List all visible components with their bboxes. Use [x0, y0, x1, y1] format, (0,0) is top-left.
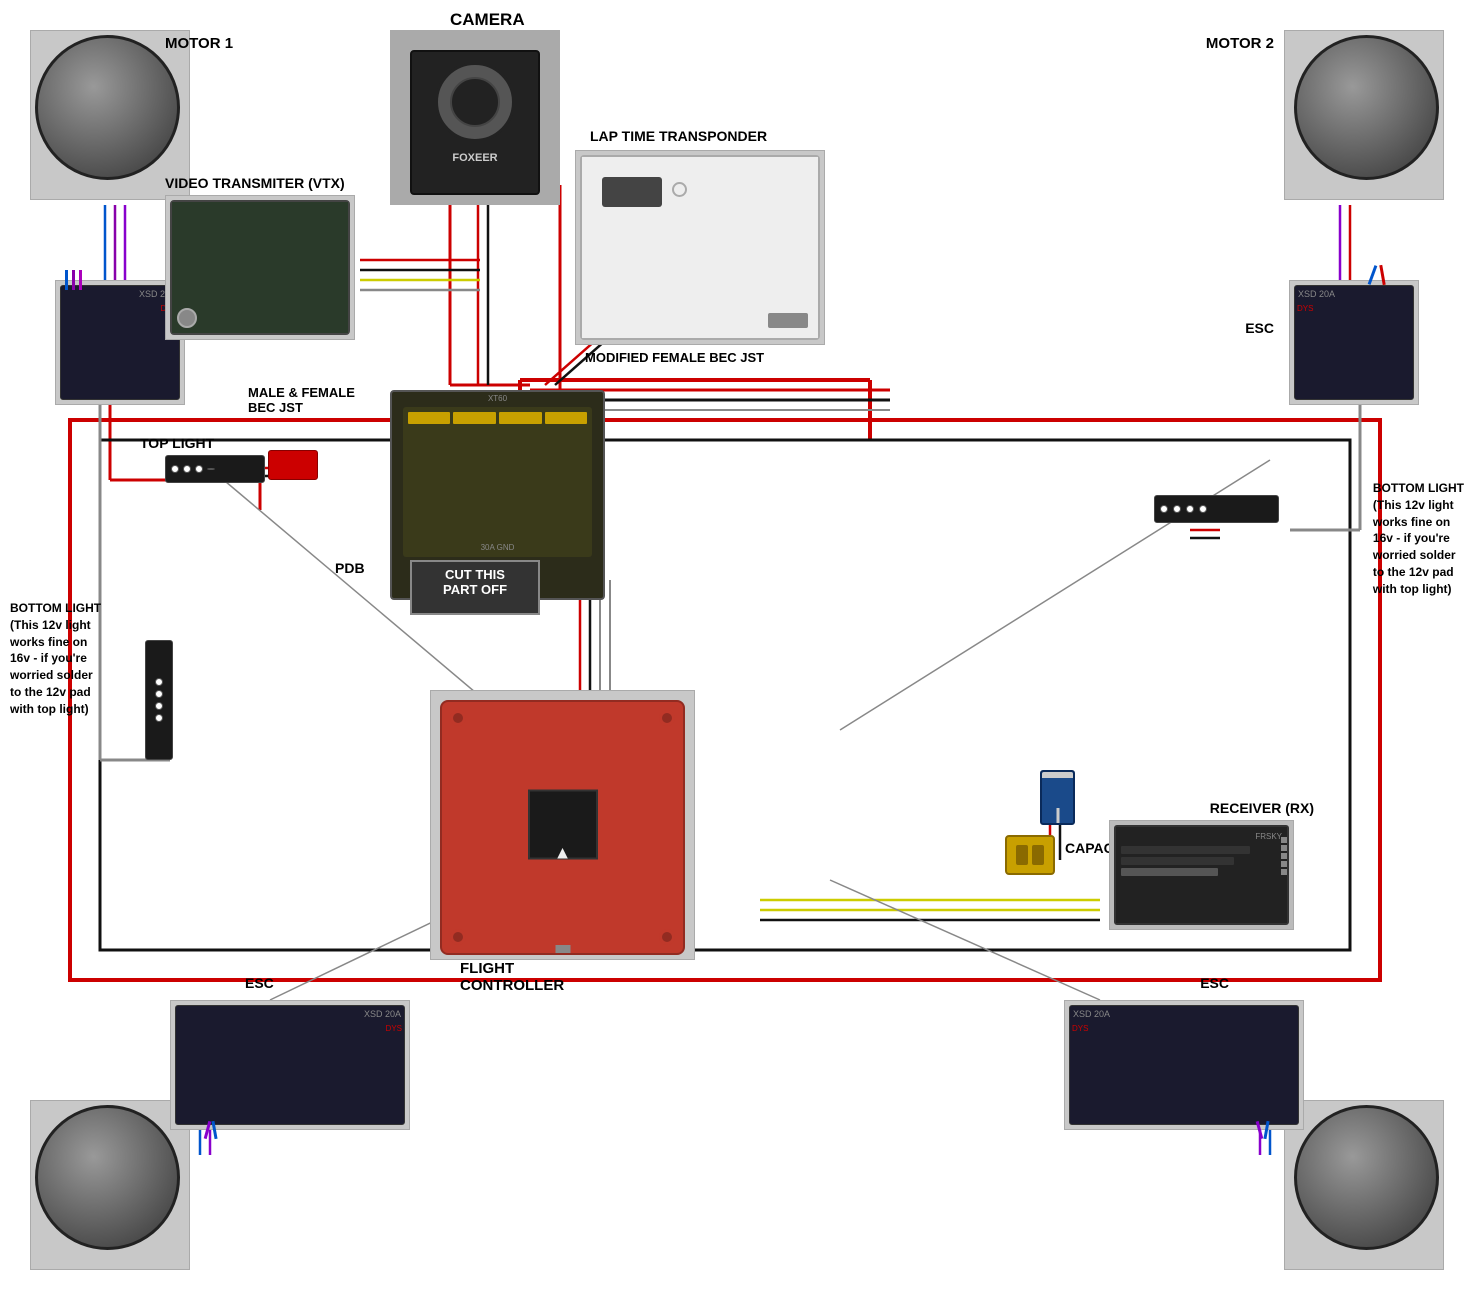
bottom-light-right-strip [1154, 495, 1279, 523]
esc4-board: XSD 20A DYS [175, 1005, 405, 1125]
motor2 [1294, 35, 1439, 180]
vtx-board [170, 200, 350, 335]
capacitor-component [1040, 770, 1075, 825]
top-light [165, 455, 265, 483]
rx-board: FRSKY [1114, 825, 1289, 925]
esc4-label: ESC [245, 975, 274, 991]
esc1-board: XSD 20A DYS [60, 285, 180, 400]
transponder-label: LAP TIME TRANSPONDER [590, 128, 767, 144]
top-light-label: TOP LIGHT [140, 435, 214, 451]
bottom-light-left-label: BOTTOM LIGHT(This 12v lightworks fine on… [10, 600, 101, 718]
rx-label: RECEIVER (RX) [1210, 800, 1314, 816]
motor1 [35, 35, 180, 180]
xt60-connector [1005, 835, 1055, 875]
esc3-board: XSD 20A DYS [1069, 1005, 1299, 1125]
fc-board: ▲ [440, 700, 685, 955]
modified-bec-label: MODIFIED FEMALE BEC JST [585, 350, 764, 365]
cut-this-box: CUT THISPART OFF [410, 560, 540, 615]
jst-male [268, 450, 318, 480]
esc2-label: ESC [1245, 320, 1274, 336]
motor2-label: MOTOR 2 [1206, 35, 1274, 52]
motor3 [1294, 1105, 1439, 1250]
camera: FOXEER [410, 50, 540, 195]
transponder [580, 155, 820, 340]
vtx-label: VIDEO TRANSMITER (VTX) [165, 175, 345, 191]
camera-label: CAMERA [450, 10, 525, 30]
motor1-label: MOTOR 1 [165, 35, 233, 52]
pdb-label: PDB [335, 560, 365, 576]
esc3-label: ESC [1200, 975, 1229, 991]
bottom-light-right-label: BOTTOM LIGHT(This 12v lightworks fine on… [1373, 480, 1464, 598]
motor4 [35, 1105, 180, 1250]
diagram-container: MOTOR 1 MOTOR 2 XSD 20A DYS ESC XSD 20A … [0, 0, 1474, 1312]
male-female-bec-label: MALE & FEMALEBEC JST [248, 385, 355, 415]
bottom-light-left-strip [145, 640, 173, 760]
fc-label: FLIGHTCONTROLLER [460, 960, 564, 994]
esc2-board: XSD 20A DYS [1294, 285, 1414, 400]
